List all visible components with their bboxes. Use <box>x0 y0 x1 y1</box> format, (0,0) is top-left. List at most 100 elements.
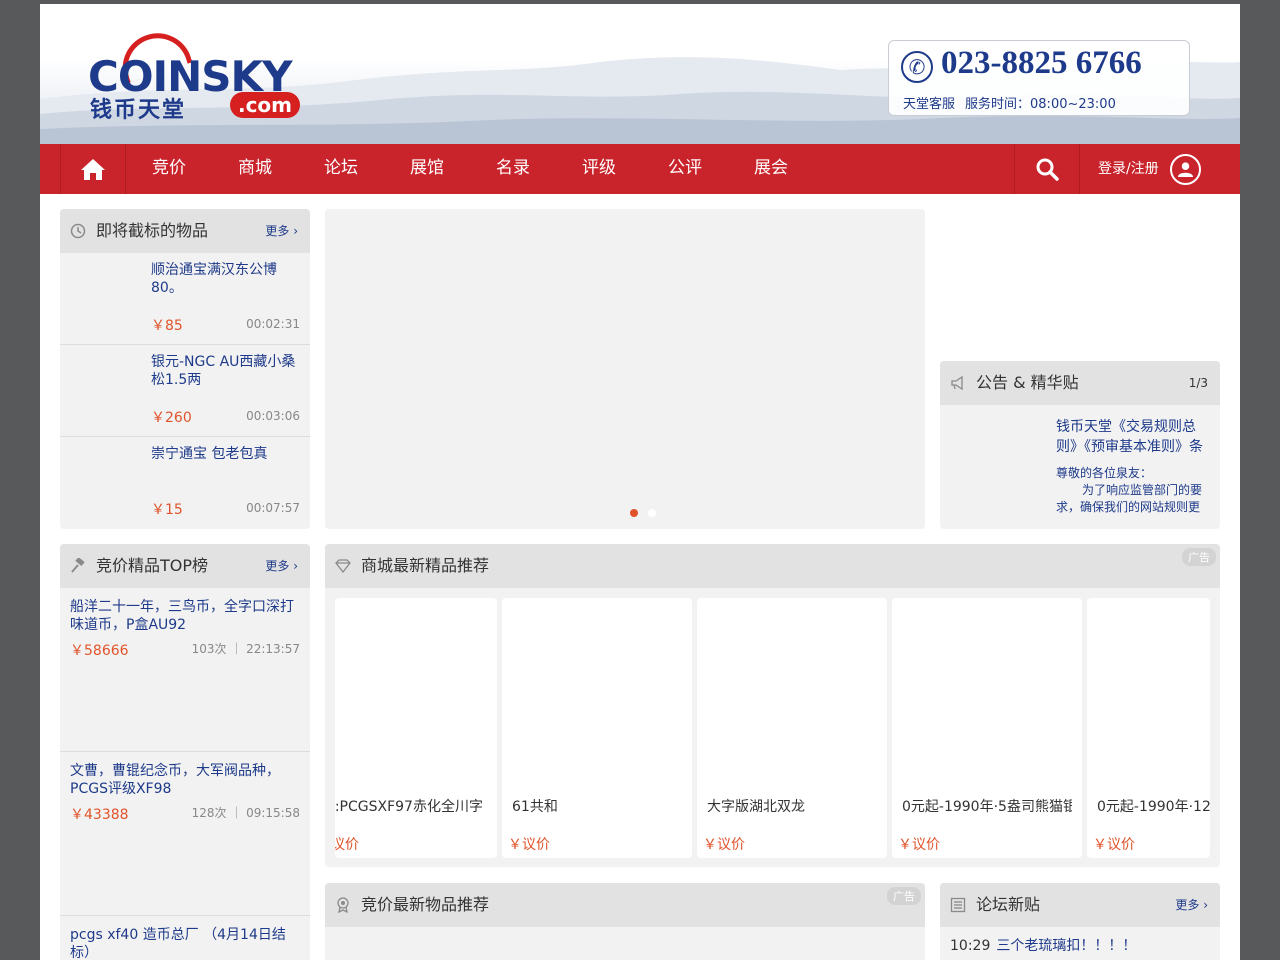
item-price: 议价 <box>335 837 359 853</box>
forum-post-title[interactable]: 三个老琉璃扣！！！！ <box>996 938 1136 954</box>
forum-more-link[interactable]: 更多 › <box>1175 883 1208 927</box>
notice-post-title[interactable]: 钱币天堂《交易规则总则》《预审基本准则》条 <box>1056 417 1214 457</box>
mall-item-card[interactable]: 0元起-1990年·5盎司熊猫银币 ￥议价 <box>892 598 1082 858</box>
hotline-sub: 天堂客服 服务时间：08:00~23:00 <box>903 93 1126 112</box>
main-nav: 竞价 商城 论坛 展馆 名录 评级 公评 展会 登录/注册 <box>40 144 1240 194</box>
item-title[interactable]: 0元起-1990年·5盎司熊猫银币 <box>902 796 1072 816</box>
forum-new-panel: 论坛新贴 更多 › 10:29 三个老琉璃扣！！！！ <box>940 883 1220 960</box>
nav-item-auction[interactable]: 竞价 <box>136 144 202 194</box>
ending-soon-item[interactable]: 崇宁通宝 包老包真 ￥15 00:07:57 <box>60 437 310 529</box>
notice-header: 公告 & 精华贴 1/3 <box>940 361 1220 405</box>
item-countdown: 00:07:57 <box>246 501 300 515</box>
mall-item-card[interactable]: 0元起-1990年·12盎 ￥议价 <box>1087 598 1210 858</box>
nav-item-gallery[interactable]: 展馆 <box>394 144 460 194</box>
item-bids-time: 103次 ｜ 22:13:57 <box>191 642 300 656</box>
notice-greeting: 尊敬的各位泉友： <box>1056 466 1153 480</box>
item-title[interactable]: 0元起-1990年·12盎 <box>1097 796 1210 816</box>
item-price: ￥议价 <box>1093 837 1135 853</box>
notice-body-text: 为了响应监管部门的要求，确保我们的网站规则更 <box>1056 483 1203 514</box>
forum-header: 论坛新贴 更多 › <box>940 883 1220 927</box>
top-list-header: 竞价精品TOP榜 更多 › <box>60 544 310 588</box>
ending-soon-item[interactable]: 银元-NGC AU西藏小桑松1.5两 ￥260 00:03:06 <box>60 345 310 437</box>
notice-post-body: 尊敬的各位泉友： 为了响应监管部门的要求，确保我们的网站规则更 <box>1056 465 1214 516</box>
item-title[interactable]: 34:PCGSXF97赤化全川字 <box>335 796 497 816</box>
item-price: ￥议价 <box>508 837 550 853</box>
notice-title: 公告 & 精华贴 <box>976 373 1079 392</box>
ending-soon-header: 即将截标的物品 更多 › <box>60 209 310 253</box>
logo-com-badge: .com <box>230 92 300 118</box>
chevron-right-icon: › <box>1203 898 1208 912</box>
item-title[interactable]: 银元-NGC AU西藏小桑松1.5两 <box>151 353 303 389</box>
item-countdown: 00:03:06 <box>246 409 300 423</box>
item-price: ￥议价 <box>703 837 745 853</box>
site-header: COINSKY 钱币天堂 .com ✆ 023-8825 6766 天堂客服 服务… <box>40 4 1240 144</box>
hotline-box: ✆ 023-8825 6766 天堂客服 服务时间：08:00~23:00 <box>888 40 1190 116</box>
mall-item-card[interactable]: 大字版湖北双龙 ￥议价 <box>697 598 887 858</box>
carousel-dot-active[interactable] <box>630 509 638 517</box>
nav-item-directory[interactable]: 名录 <box>480 144 546 194</box>
auction-title: 竞价最新物品推荐 <box>361 895 490 914</box>
item-countdown: 00:02:31 <box>246 317 300 331</box>
top-list-item[interactable]: 文曹，曹锟纪念币，大军阀品种，PCGS评级XF98 ￥43388 128次 ｜ … <box>60 752 310 916</box>
item-price: ￥15 <box>151 502 183 518</box>
item-title[interactable]: 崇宁通宝 包老包真 <box>151 445 303 463</box>
hotline-service-label: 天堂客服 <box>903 97 956 112</box>
auction-header: 竞价最新物品推荐 广告 <box>325 883 925 927</box>
ending-soon-more-label: 更多 <box>265 224 290 238</box>
hotline-hours: 服务时间：08:00~23:00 <box>965 97 1116 112</box>
top-list-more-label: 更多 <box>265 559 290 573</box>
page: COINSKY 钱币天堂 .com ✆ 023-8825 6766 天堂客服 服务… <box>40 4 1240 960</box>
nav-item-forum[interactable]: 论坛 <box>308 144 374 194</box>
forum-more-label: 更多 <box>1175 898 1200 912</box>
top-list-item[interactable]: 船洋二十一年，三鸟币，全字口深打味道币，P盒AU92 ￥58666 103次 ｜… <box>60 588 310 752</box>
ad-badge: 广告 <box>1182 548 1216 566</box>
award-icon <box>335 897 351 914</box>
item-price: ￥260 <box>151 410 192 426</box>
top-list-item[interactable]: pcgs xf40 造币总厂 （4月14日结标） <box>60 916 310 960</box>
hotline-number: 023-8825 6766 <box>941 45 1142 81</box>
banner-carousel[interactable] <box>325 209 925 529</box>
clock-icon <box>70 223 86 239</box>
diamond-icon <box>335 558 351 574</box>
nav-item-review[interactable]: 公评 <box>652 144 718 194</box>
home-button[interactable] <box>60 144 126 194</box>
home-icon <box>81 159 105 180</box>
item-title[interactable]: 61共和 <box>512 796 692 816</box>
nav-item-mall[interactable]: 商城 <box>222 144 288 194</box>
item-price: ￥58666 <box>70 643 129 659</box>
user-avatar[interactable] <box>1170 154 1201 185</box>
item-title[interactable]: 大字版湖北双龙 <box>707 796 887 816</box>
top-list-panel: 竞价精品TOP榜 更多 › 船洋二十一年，三鸟币，全字口深打味道币，P盒AU92… <box>60 544 310 960</box>
item-price: ￥议价 <box>898 837 940 853</box>
mall-header: 商城最新精品推荐 广告 <box>325 544 1220 588</box>
mall-item-card[interactable]: 61共和 ￥议价 <box>502 598 692 858</box>
item-title[interactable]: 船洋二十一年，三鸟币，全字口深打味道币，P盒AU92 <box>70 598 302 634</box>
forum-post-row[interactable]: 10:29 三个老琉璃扣！！！！ <box>950 935 1136 955</box>
ending-soon-item[interactable]: 顺治通宝满汉东公博80。 ￥85 00:02:31 <box>60 253 310 345</box>
item-price: ￥43388 <box>70 807 129 823</box>
mall-item-card[interactable]: 34:PCGSXF97赤化全川字 议价 <box>335 598 497 858</box>
item-title[interactable]: pcgs xf40 造币总厂 （4月14日结标） <box>70 926 302 960</box>
logo-cn-text: 钱币天堂 <box>90 98 187 123</box>
top-list-more-link[interactable]: 更多 › <box>265 544 298 588</box>
gavel-icon <box>70 557 86 574</box>
nav-item-grading[interactable]: 评级 <box>566 144 632 194</box>
login-register-link[interactable]: 登录/注册 <box>1098 144 1159 194</box>
carousel-dot[interactable] <box>648 509 656 517</box>
nav-item-exhibition[interactable]: 展会 <box>738 144 804 194</box>
list-icon <box>950 897 966 913</box>
ad-badge: 广告 <box>887 887 921 905</box>
search-button[interactable] <box>1014 144 1080 194</box>
ending-soon-more-link[interactable]: 更多 › <box>265 209 298 253</box>
mall-recommend-panel: 商城最新精品推荐 广告 34:PCGSXF97赤化全川字 议价 61共和 ￥议价… <box>325 544 1220 867</box>
megaphone-icon <box>950 375 966 391</box>
chevron-right-icon: › <box>293 224 298 238</box>
chevron-right-icon: › <box>293 559 298 573</box>
coinsky-logo[interactable]: COINSKY 钱币天堂 .com <box>88 24 308 123</box>
item-price: ￥85 <box>151 318 183 334</box>
item-title[interactable]: 文曹，曹锟纪念币，大军阀品种，PCGS评级XF98 <box>70 762 302 798</box>
item-title[interactable]: 顺治通宝满汉东公博80。 <box>151 261 303 297</box>
top-list-title: 竞价精品TOP榜 <box>96 556 209 575</box>
ending-soon-panel: 即将截标的物品 更多 › 顺治通宝满汉东公博80。 ￥85 00:02:31 银… <box>60 209 310 529</box>
notice-pager: 1/3 <box>1188 376 1208 390</box>
